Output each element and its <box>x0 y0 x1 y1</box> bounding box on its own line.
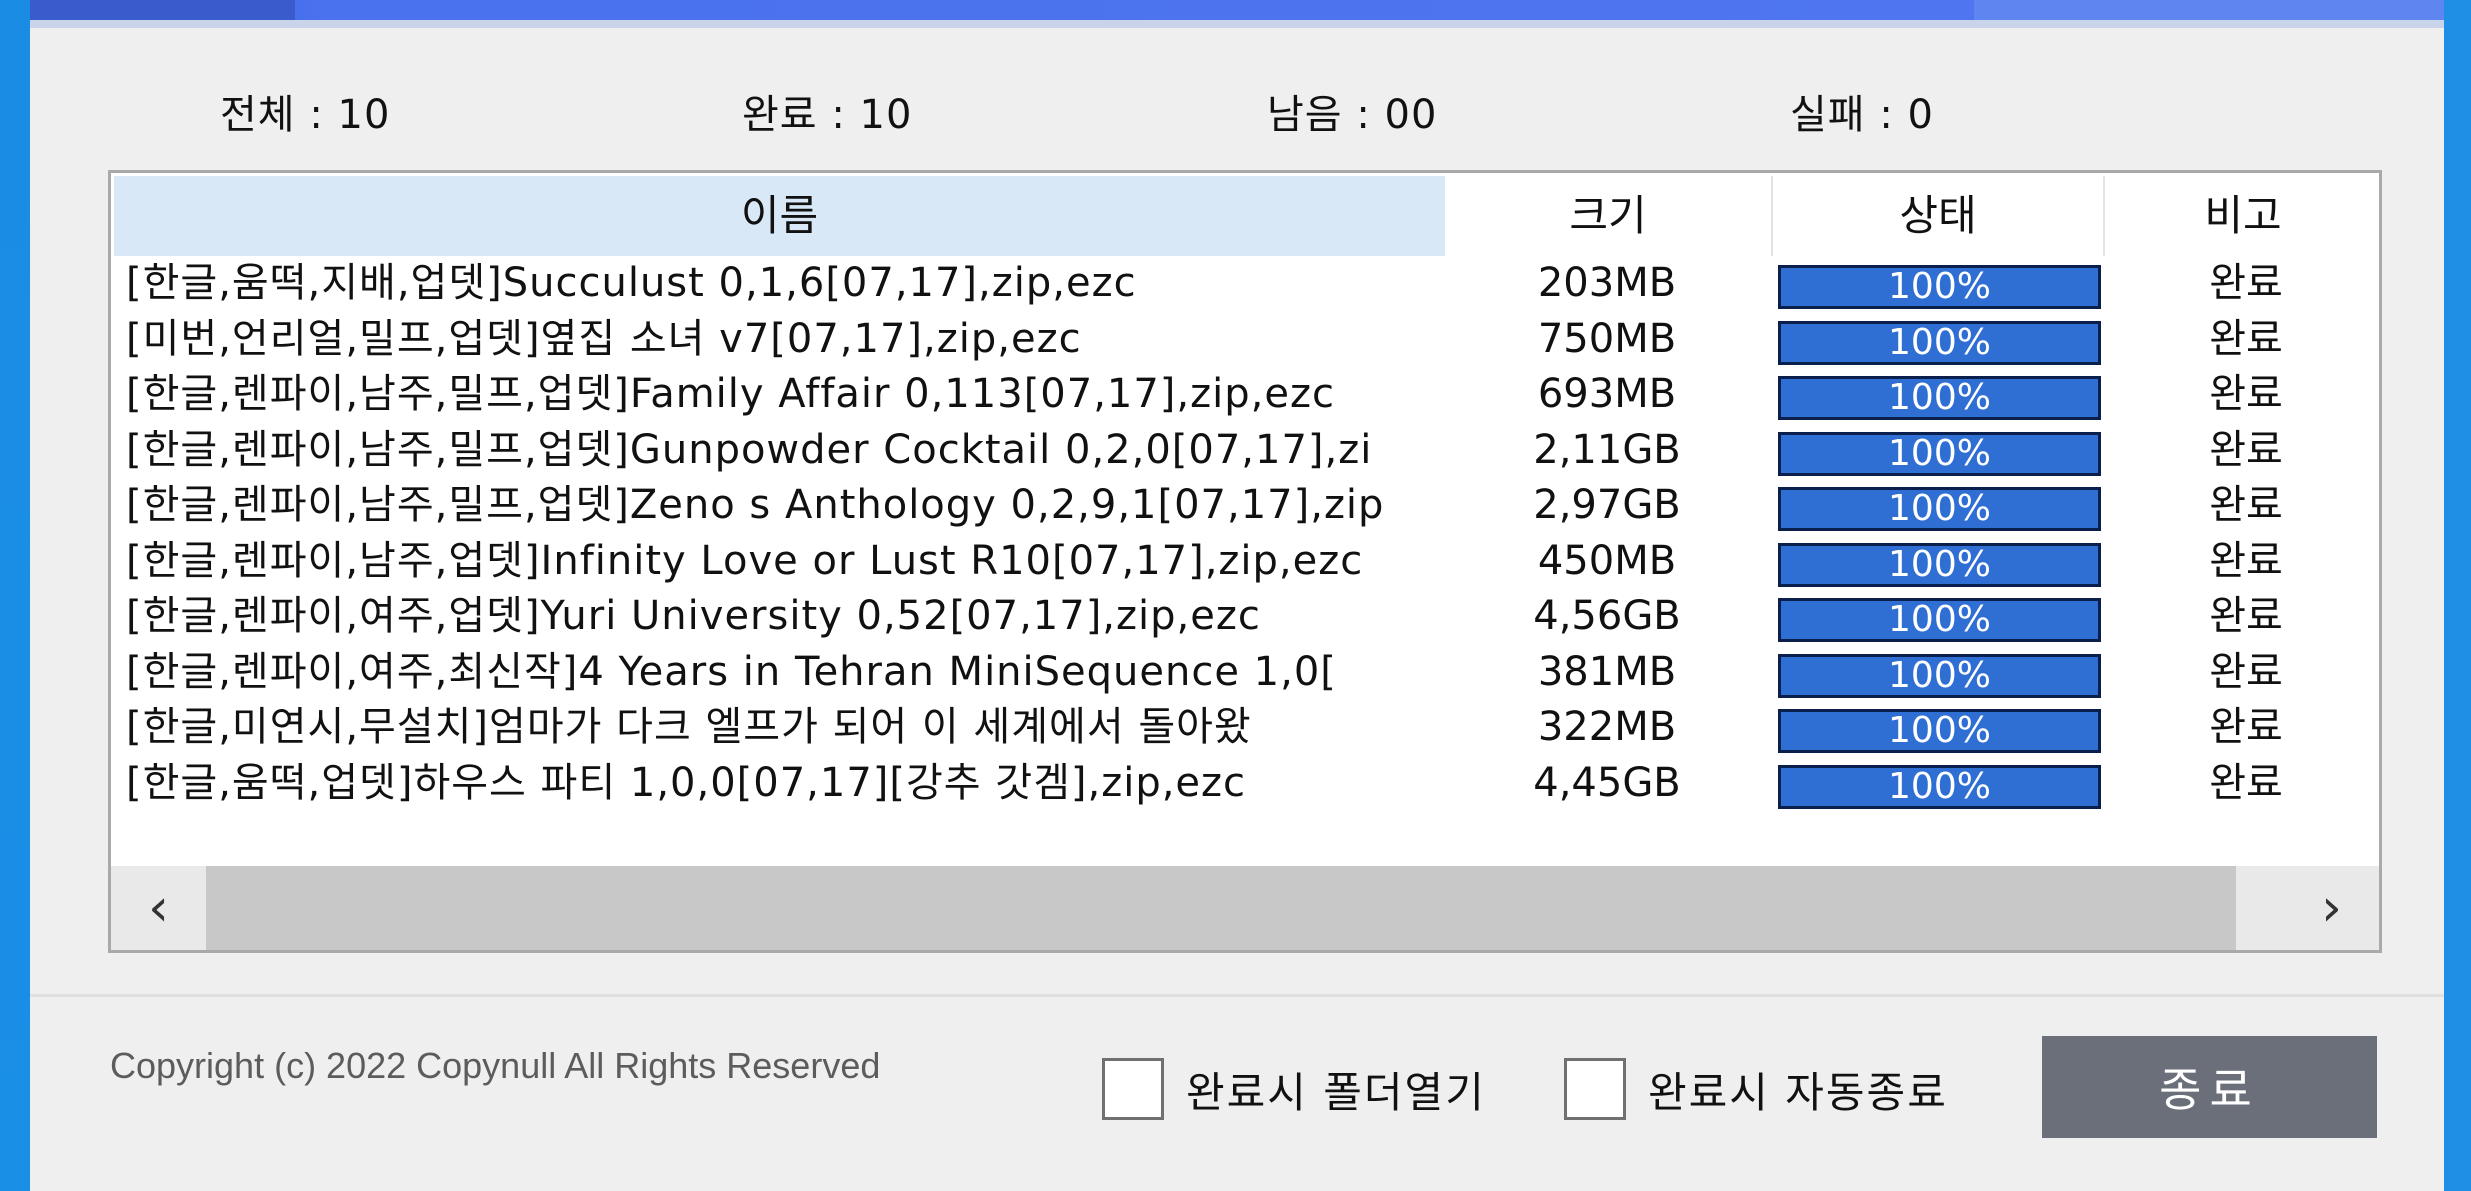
file-name: [한글,렌파이,남주,밀프,업뎃]Gunpowder Cocktail 0,2,… <box>126 426 1373 473</box>
file-size: 750MB <box>1537 315 1677 362</box>
progress-percent: 100% <box>1888 321 1991 363</box>
progress-bar: 100% <box>1778 487 2101 531</box>
overall-progress-bar <box>30 0 2444 28</box>
table-row[interactable]: [한글,미연시,무설치]엄마가 다크 엘프가 되어 이 세계에서 돌아왔 322M… <box>111 701 2379 757</box>
table-row[interactable]: [한글,움떡,업뎃]하우스 파티 1,0,0[07,17][강추 갓겜],zip… <box>111 757 2379 813</box>
table-row[interactable]: [한글,렌파이,남주,밀프,업뎃]Zeno s Anthology 0,2,9,… <box>111 479 2379 535</box>
copyright-text: Copyright (c) 2022 Copynull All Rights R… <box>110 1045 881 1086</box>
window-frame: 전체 : 10 완료 : 10 남음 : 00 실패 : 0 이름 크기 상태 … <box>0 0 2471 1191</box>
progress-percent: 100% <box>1888 266 1991 307</box>
progress-bar: 100% <box>1778 764 2101 809</box>
table-row[interactable]: [한글,렌파이,여주,최신작]4 Years in Tehran MiniSeq… <box>111 646 2379 702</box>
column-header-size[interactable]: 크기 <box>1445 176 1771 256</box>
table-row[interactable]: [한글,렌파이,남주,업뎃]Infinity Love or Lust R10[… <box>111 535 2379 591</box>
window-right-edge <box>2444 0 2471 1191</box>
open-folder-label[interactable]: 완료시 폴더열기 <box>1186 1059 1486 1120</box>
file-size: 450MB <box>1537 537 1677 584</box>
column-header-name[interactable]: 이름 <box>114 176 1445 256</box>
file-name: [한글,렌파이,남주,밀프,업뎃]Zeno s Anthology 0,2,9,… <box>126 482 1385 528</box>
file-name: [한글,미연시,무설치]엄마가 다크 엘프가 되어 이 세계에서 돌아왔 <box>126 704 1252 750</box>
table-row[interactable]: [한글,렌파이,남주,밀프,업뎃]Gunpowder Cocktail 0,2,… <box>111 424 2379 480</box>
progress-bar: 100% <box>1778 709 2101 753</box>
close-button[interactable]: 종료 <box>2042 1036 2377 1138</box>
progress-bar: 100% <box>1778 598 2101 642</box>
file-size: 2,11GB <box>1533 426 1681 473</box>
file-rows: [한글,움떡,지배,업뎃]Succulust 0,1,6[07,17],zip,… <box>111 257 2379 812</box>
file-size: 381MB <box>1537 648 1677 695</box>
file-note: 완료 <box>2209 482 2283 528</box>
file-name: [한글,움떡,업뎃]하우스 파티 1,0,0[07,17][강추 갓겜],zip… <box>126 759 1247 806</box>
open-folder-option[interactable]: 완료시 폴더열기 <box>1102 1058 1486 1120</box>
progress-bar: 100% <box>1778 431 2101 476</box>
progress-percent: 100% <box>1888 377 1991 418</box>
file-note: 완료 <box>2209 371 2283 417</box>
file-size: 2,97GB <box>1533 482 1681 528</box>
auto-exit-option[interactable]: 완료시 자동종료 <box>1564 1058 1948 1120</box>
file-note: 완료 <box>2209 426 2283 473</box>
file-size: 693MB <box>1537 371 1677 417</box>
progress-bar: 100% <box>1778 265 2101 309</box>
file-name: [한글,렌파이,여주,최신작]4 Years in Tehran MiniSeq… <box>126 648 1337 695</box>
progress-percent: 100% <box>1888 432 1991 474</box>
file-name: [한글,렌파이,남주,업뎃]Infinity Love or Lust R10[… <box>126 537 1364 584</box>
overall-progress-segment <box>30 0 295 20</box>
stat-done: 완료 : 10 <box>742 92 913 138</box>
column-header-status[interactable]: 상태 <box>1771 176 2105 256</box>
progress-percent: 100% <box>1888 599 1991 640</box>
file-name: [한글,렌파이,여주,업뎃]Yuri University 0,52[07,17… <box>126 593 1261 639</box>
overall-progress-end <box>1974 0 2444 20</box>
file-note: 완료 <box>2209 593 2283 639</box>
file-size: 4,56GB <box>1533 593 1681 639</box>
file-note: 완료 <box>2209 648 2283 695</box>
progress-bar: 100% <box>1778 542 2101 587</box>
progress-percent: 100% <box>1888 488 1991 529</box>
progress-percent: 100% <box>1888 765 1991 807</box>
auto-exit-label[interactable]: 완료시 자동종료 <box>1648 1059 1948 1120</box>
progress-bar: 100% <box>1778 653 2101 698</box>
scrollbar-thumb[interactable] <box>206 866 2236 950</box>
stat-remaining: 남음 : 00 <box>1267 92 1438 138</box>
progress-percent: 100% <box>1888 543 1991 585</box>
progress-percent: 100% <box>1888 710 1991 751</box>
file-note: 완료 <box>2209 315 2283 362</box>
table-row[interactable]: [한글,렌파이,여주,업뎃]Yuri University 0,52[07,17… <box>111 590 2379 646</box>
open-folder-checkbox[interactable] <box>1102 1058 1164 1120</box>
file-name: [한글,렌파이,남주,밀프,업뎃]Family Affair 0,113[07,… <box>126 371 1335 417</box>
stat-total: 전체 : 10 <box>220 92 391 138</box>
file-size: 4,45GB <box>1533 759 1681 806</box>
file-note: 완료 <box>2209 260 2283 306</box>
auto-exit-checkbox[interactable] <box>1564 1058 1626 1120</box>
table-row[interactable]: [한글,움떡,지배,업뎃]Succulust 0,1,6[07,17],zip,… <box>111 257 2379 313</box>
chevron-left-icon[interactable]: ‹ <box>111 866 206 950</box>
footer-divider <box>30 994 2444 997</box>
download-window: 전체 : 10 완료 : 10 남음 : 00 실패 : 0 이름 크기 상태 … <box>30 0 2471 1191</box>
progress-bar: 100% <box>1778 320 2101 365</box>
progress-bar: 100% <box>1778 376 2101 420</box>
table-row[interactable]: [한글,렌파이,남주,밀프,업뎃]Family Affair 0,113[07,… <box>111 368 2379 424</box>
stat-failed: 실패 : 0 <box>1790 92 1934 138</box>
file-size: 322MB <box>1537 704 1677 750</box>
file-list[interactable]: 이름 크기 상태 비고 [한글,움떡,지배,업뎃]Succulust 0,1,6… <box>108 170 2382 953</box>
file-note: 완료 <box>2209 759 2283 806</box>
file-note: 완료 <box>2209 537 2283 584</box>
file-name: [미번,언리얼,밀프,업뎃]옆집 소녀 v7[07,17],zip,ezc <box>126 315 1082 362</box>
file-name: [한글,움떡,지배,업뎃]Succulust 0,1,6[07,17],zip,… <box>126 260 1137 306</box>
horizontal-scrollbar[interactable]: ‹ › <box>111 866 2379 950</box>
file-size: 203MB <box>1537 260 1677 306</box>
chevron-right-icon[interactable]: › <box>2284 866 2379 950</box>
column-header-note[interactable]: 비고 <box>2105 176 2379 256</box>
progress-percent: 100% <box>1888 654 1991 696</box>
file-note: 완료 <box>2209 704 2283 750</box>
table-row[interactable]: [미번,언리얼,밀프,업뎃]옆집 소녀 v7[07,17],zip,ezc 750… <box>111 313 2379 369</box>
